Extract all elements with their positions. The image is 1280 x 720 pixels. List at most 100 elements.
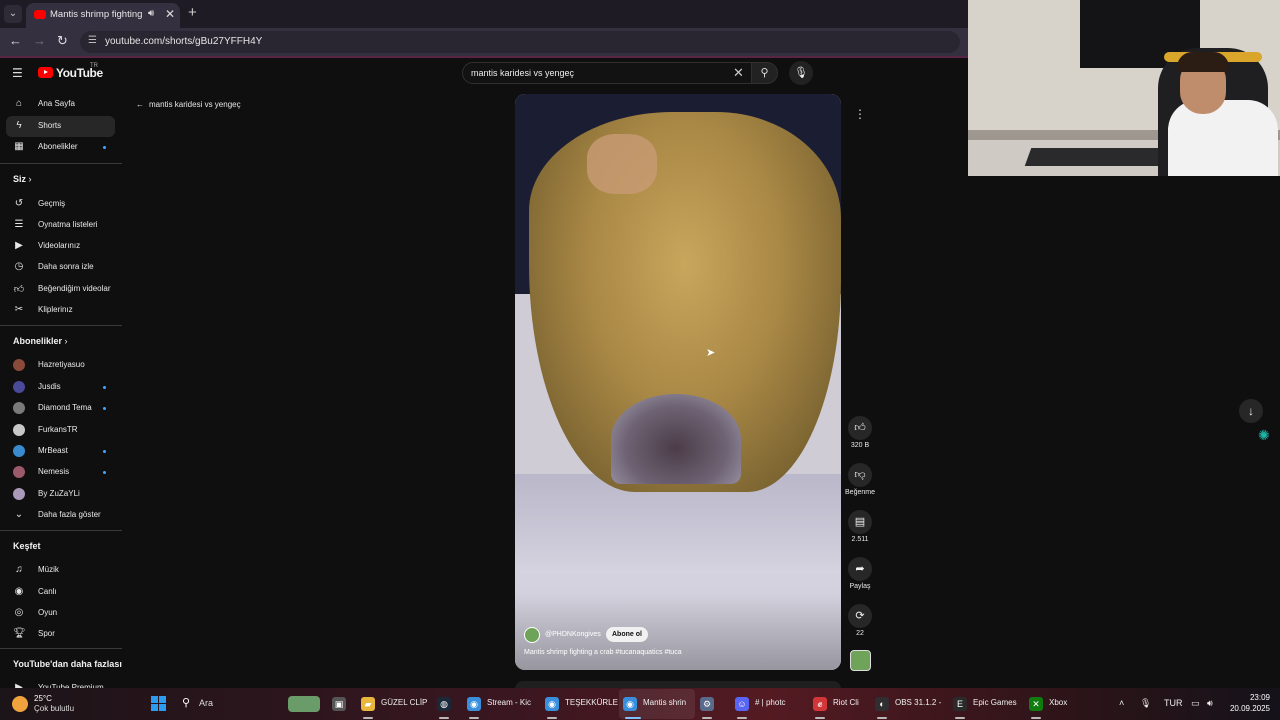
taskbar-app[interactable]: ✕ Xbox bbox=[1029, 688, 1073, 720]
comments-action[interactable]: ▤ 2.511 bbox=[840, 510, 880, 543]
thumbs-down-icon[interactable]: 👎︎ bbox=[848, 463, 872, 487]
sidebar-item[interactable]: Diamond Tema bbox=[6, 398, 115, 419]
network-icon[interactable]: ▭ bbox=[1191, 698, 1200, 709]
channel-avatar bbox=[13, 466, 25, 479]
new-tab-icon[interactable]: + bbox=[188, 4, 197, 21]
next-short-button[interactable]: ↓ bbox=[1239, 399, 1263, 423]
weather-icon[interactable] bbox=[12, 696, 28, 712]
windows-start-icon[interactable] bbox=[151, 696, 166, 711]
guide-menu-icon[interactable]: ☰ bbox=[12, 66, 23, 80]
tab-close-icon[interactable]: ✕ bbox=[165, 7, 175, 21]
taskbar-app[interactable]: ◉ Stream - Kic bbox=[467, 688, 543, 720]
sidebar-item[interactable]: By ZuZaYLi bbox=[6, 484, 115, 505]
tray-overflow-icon[interactable]: ˄ bbox=[1119, 698, 1124, 708]
sidebar-item[interactable]: ✂ Kliplerinız bbox=[6, 300, 115, 321]
show-more-button[interactable]: ⌄ Daha fazla göster bbox=[6, 505, 115, 526]
back-to-search-link[interactable]: ← mantis karidesi vs yengeç bbox=[136, 100, 241, 109]
taskbar-app[interactable]: ⚙ bbox=[700, 688, 720, 720]
sidebar-heading-label: Abonelikler bbox=[13, 336, 63, 347]
taskbar-app[interactable]: ▰ GÜZEL CLİP bbox=[361, 688, 431, 720]
assistant-extension-icon[interactable]: ✺ bbox=[1258, 427, 1270, 444]
chevron-down-icon: ⌄ bbox=[14, 509, 24, 521]
weather-temperature[interactable]: 25°C bbox=[34, 694, 52, 703]
sidebar-item[interactable]: ☰ Oynatma listeleri bbox=[6, 215, 115, 236]
microphone-tray-icon[interactable]: 🎙︎ bbox=[1140, 698, 1151, 709]
taskbar-app[interactable]: E Epic Games bbox=[953, 688, 1021, 720]
sidebar-item[interactable]: MrBeast bbox=[6, 441, 115, 462]
forward-icon[interactable]: → bbox=[33, 33, 46, 48]
sidebar-item[interactable]: ▦ Abonelikler bbox=[6, 137, 115, 158]
taskbar-app[interactable]: ◍ bbox=[437, 688, 457, 720]
address-bar[interactable]: ☰ youtube.com/shorts/gBu27YFFH4Y bbox=[80, 31, 960, 53]
sidebar-item[interactable]: ◉ Canlı bbox=[6, 582, 115, 603]
site-info-icon[interactable]: ☰ bbox=[88, 35, 97, 46]
task-view-icon[interactable]: ▣ bbox=[332, 697, 346, 711]
tab-audio-icon[interactable]: 🔊︎ bbox=[148, 8, 154, 19]
sidebar-heading-you[interactable]: Siz › bbox=[13, 174, 32, 184]
sidebar-item[interactable]: ▶ Videolarınız bbox=[6, 236, 115, 257]
sidebar-item[interactable]: ◎ Oyun bbox=[6, 603, 115, 624]
search-button[interactable]: ⚲ bbox=[752, 62, 778, 84]
short-caption[interactable]: Mantis shrimp fighting a crab #tucanaqua… bbox=[524, 649, 682, 656]
sidebar-heading-more[interactable]: YouTube'dan daha fazlası bbox=[13, 659, 122, 669]
volume-icon[interactable]: 🔊︎ bbox=[1207, 698, 1213, 709]
sidebar-item[interactable]: Nemesis bbox=[6, 462, 115, 483]
sidebar-item[interactable]: ↺ Geçmiş bbox=[6, 194, 115, 215]
sidebar-item-label: Abonelikler bbox=[38, 142, 78, 151]
sidebar-item[interactable]: 🏆︎ Spor bbox=[6, 624, 115, 645]
clock-time[interactable]: 23:09 bbox=[1230, 693, 1270, 702]
back-icon[interactable]: ← bbox=[9, 33, 22, 48]
remix-icon[interactable]: ⟳ bbox=[848, 604, 872, 628]
search-input[interactable]: mantis karidesi vs yengeç ✕ bbox=[462, 62, 752, 84]
sidebar-heading-subscriptions[interactable]: Abonelikler › bbox=[13, 336, 68, 346]
weather-description[interactable]: Çok bulutlu bbox=[34, 704, 74, 713]
sidebar-item[interactable]: FurkansTR bbox=[6, 420, 115, 441]
sidebar-item-label: MrBeast bbox=[38, 445, 68, 455]
more-options-icon[interactable]: ⋮ bbox=[850, 104, 870, 124]
channel-name[interactable]: @PHDNKongives bbox=[545, 631, 601, 638]
taskbar-app[interactable]: ◉ Mantis shrin bbox=[619, 688, 695, 720]
clock-date[interactable]: 20.09.2025 bbox=[1220, 704, 1270, 713]
running-indicator bbox=[815, 717, 825, 719]
taskbar-app[interactable]: ☺ # | photc bbox=[735, 688, 807, 720]
taskbar-app[interactable]: ◐ OBS 31.1.2 - bbox=[875, 688, 943, 720]
dislike-action[interactable]: 👎︎ Beğenme bbox=[840, 463, 880, 496]
sidebar-item[interactable]: Jusdis bbox=[6, 377, 115, 398]
microphone-icon: 🎙︎ bbox=[794, 67, 808, 79]
sidebar-item[interactable]: ♫ Müzik bbox=[6, 560, 115, 581]
channel-avatar[interactable] bbox=[524, 627, 540, 643]
browser-tab-active[interactable]: Mantis shrimp fighting a crab #tuca 🔊︎ ✕ bbox=[26, 3, 180, 28]
subscribe-button[interactable]: Abone ol bbox=[606, 627, 648, 642]
sidebar-item[interactable]: ϟ Shorts bbox=[6, 115, 115, 137]
channel-avatar bbox=[13, 359, 25, 372]
voice-search-button[interactable]: 🎙︎ bbox=[789, 61, 813, 85]
taskbar-search-icon[interactable]: ⚲ bbox=[182, 696, 190, 709]
sidebar-item[interactable]: ⌂ Ana Sayfa bbox=[6, 94, 115, 115]
sidebar-item[interactable]: 👍︎ Beğendiğim videolar bbox=[6, 279, 115, 300]
sidebar-heading-explore[interactable]: Keşfet bbox=[13, 541, 41, 551]
running-indicator bbox=[547, 717, 557, 719]
sound-thumbnail-icon[interactable] bbox=[850, 650, 871, 671]
sidebar-item-label: Geçmiş bbox=[38, 198, 66, 208]
comment-icon[interactable]: ▤ bbox=[848, 510, 872, 534]
shorts-icon: ϟ bbox=[16, 119, 22, 131]
shorts-player[interactable]: @PHDNKongives Abone ol Mantis shrimp fig… bbox=[515, 94, 841, 670]
clear-search-icon[interactable]: ✕ bbox=[733, 65, 744, 81]
reload-icon[interactable]: ↻ bbox=[57, 33, 68, 49]
sidebar-item[interactable]: Hazretiyasuo bbox=[6, 355, 115, 376]
webcam-person-body bbox=[1168, 100, 1278, 176]
taskbar-app[interactable]: ◉ TEŞEKKÜRLE bbox=[545, 688, 618, 720]
tab-search-icon[interactable]: ⌄ bbox=[4, 5, 22, 23]
sidebar-item[interactable]: ◷ Daha sonra izle bbox=[6, 257, 115, 278]
language-indicator[interactable]: TUR bbox=[1164, 698, 1183, 708]
taskbar-app[interactable]: ✊︎ Riot Cli bbox=[813, 688, 867, 720]
share-action[interactable]: ➦ Paylaş bbox=[840, 557, 880, 590]
share-icon[interactable]: ➦ bbox=[848, 557, 872, 581]
sidebar-item-label: Müzik bbox=[38, 565, 59, 575]
taskbar-search-label[interactable]: Ara bbox=[199, 698, 213, 708]
thumbs-up-icon[interactable]: 👍︎ bbox=[848, 416, 872, 440]
remix-action[interactable]: ⟳ 22 bbox=[840, 604, 880, 637]
taskbar-app-label: Mantis shrin bbox=[643, 698, 687, 707]
guide-sidebar: ⌂ Ana Sayfa ϟ Shorts ▦ Abonelikler Siz › ↺ Geçmi… bbox=[0, 94, 122, 694]
like-action[interactable]: 👍︎ 320 B bbox=[840, 416, 880, 449]
